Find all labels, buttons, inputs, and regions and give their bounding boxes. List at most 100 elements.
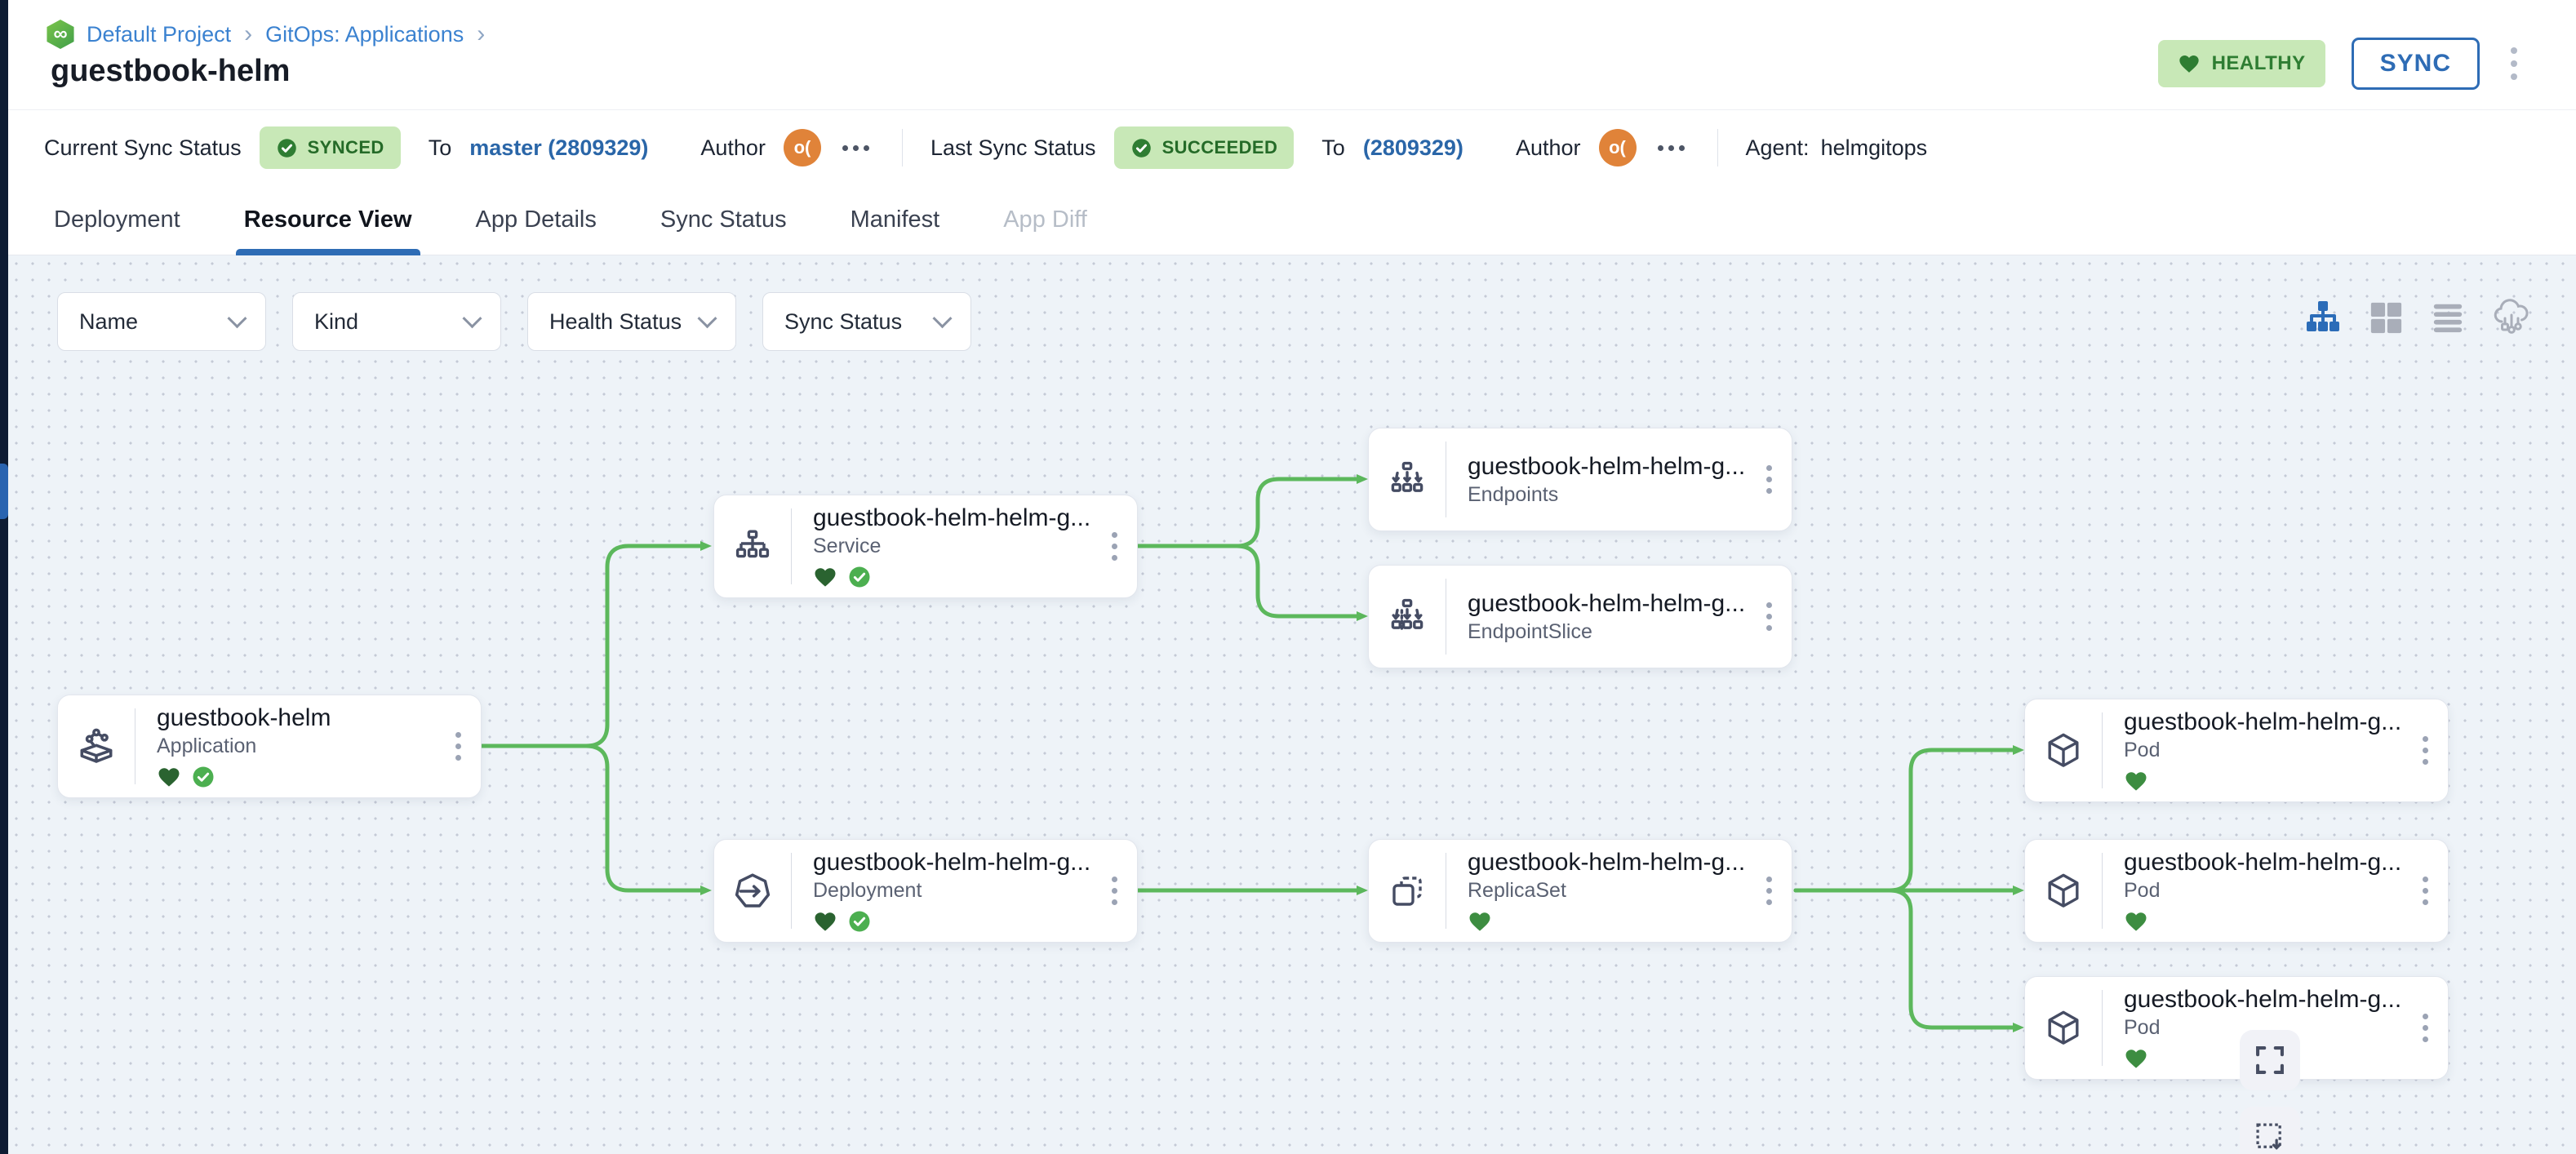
chevron-down-icon (697, 308, 717, 328)
last-revision-link[interactable]: (2809329) (1363, 135, 1463, 161)
header: ∞ Default Project › GitOps: Applications… (8, 0, 2576, 109)
node-title: guestbook-helm-helm-g... (1468, 590, 1746, 618)
cloud-view-icon[interactable] (2493, 299, 2530, 336)
node-pod-2[interactable]: guestbook-helm-helm-g... Pod (2024, 839, 2449, 943)
filter-bar: Name Kind Health Status Sync Status (57, 292, 971, 351)
chevron-down-icon (227, 308, 246, 328)
synced-check-icon (847, 909, 872, 934)
current-author-label: Author (700, 135, 766, 161)
node-menu-kebab-icon[interactable] (1746, 877, 1792, 905)
node-menu-kebab-icon[interactable] (2402, 736, 2448, 765)
sync-button[interactable]: SYNC (2352, 38, 2480, 90)
fullscreen-icon (2254, 1045, 2285, 1076)
healthy-heart-icon (2124, 1046, 2148, 1071)
last-more-icon[interactable] (1654, 139, 1688, 158)
current-more-icon[interactable] (839, 139, 873, 158)
last-to-label: To (1321, 135, 1345, 161)
breadcrumb: ∞ Default Project › GitOps: Applications… (46, 20, 486, 49)
pod-icon (2025, 731, 2102, 770)
node-title: guestbook-helm (157, 704, 435, 732)
deployment-icon (714, 871, 791, 912)
current-sync-status-label: Current Sync Status (44, 135, 242, 161)
node-menu-kebab-icon[interactable] (1746, 602, 1792, 631)
app-menu-kebab-icon[interactable] (2506, 42, 2522, 85)
tree-view-icon[interactable] (2305, 300, 2341, 335)
left-sidebar-rail[interactable] (0, 0, 8, 1154)
node-title: guestbook-helm-helm-g... (1468, 453, 1746, 481)
breadcrumb-separator: › (242, 20, 254, 48)
edge-service-to-endpoints (1138, 479, 1358, 546)
current-revision-link[interactable]: master (2809329) (469, 135, 648, 161)
node-menu-kebab-icon[interactable] (1091, 877, 1137, 905)
endpoints-icon (1369, 460, 1446, 499)
tab-sync-status[interactable]: Sync Status (659, 184, 788, 255)
filter-kind-label: Kind (314, 309, 358, 335)
node-kind: EndpointSlice (1468, 620, 1746, 644)
node-replicaset[interactable]: guestbook-helm-helm-g... ReplicaSet (1368, 839, 1792, 943)
filter-name-dropdown[interactable]: Name (57, 292, 266, 351)
health-status-badge: HEALTHY (2158, 40, 2325, 87)
filter-kind-dropdown[interactable]: Kind (292, 292, 501, 351)
node-menu-kebab-icon[interactable] (1091, 532, 1137, 561)
healthy-heart-icon (2124, 909, 2148, 934)
node-menu-kebab-icon[interactable] (435, 732, 481, 761)
status-bar: Current Sync Status SYNCED To master (28… (8, 109, 2576, 186)
healthy-heart-icon (1468, 909, 1492, 934)
node-kind: ReplicaSet (1468, 879, 1746, 903)
tab-resource-view[interactable]: Resource View (242, 184, 414, 255)
node-kind: Service (813, 535, 1091, 558)
divider (1717, 129, 1718, 166)
tab-app-diff: App Diff (1002, 184, 1089, 255)
list-view-icon[interactable] (2431, 300, 2465, 335)
fit-selection-button[interactable] (2240, 1107, 2300, 1154)
synced-badge-label: SYNCED (308, 137, 384, 158)
succeeded-badge: SUCCEEDED (1114, 126, 1295, 169)
node-title: guestbook-helm-helm-g... (1468, 849, 1746, 877)
node-deployment[interactable]: guestbook-helm-helm-g... Deployment (713, 839, 1138, 943)
node-application[interactable]: guestbook-helm Application (57, 695, 482, 798)
node-kind: Endpoints (1468, 483, 1746, 507)
breadcrumb-project-link[interactable]: Default Project (87, 22, 231, 47)
header-actions: HEALTHY SYNC (2158, 38, 2522, 90)
grid-view-icon[interactable] (2369, 300, 2403, 335)
node-service[interactable]: guestbook-helm-helm-g... Service (713, 495, 1138, 598)
node-pod-3[interactable]: guestbook-helm-helm-g... Pod (2024, 976, 2449, 1080)
divider (902, 129, 903, 166)
node-kind: Pod (2124, 879, 2402, 903)
node-pod-1[interactable]: guestbook-helm-helm-g... Pod (2024, 699, 2449, 802)
last-sync-status-label: Last Sync Status (930, 135, 1096, 161)
node-menu-kebab-icon[interactable] (2402, 1014, 2448, 1042)
healthy-heart-icon (813, 565, 837, 589)
node-kind: Pod (2124, 739, 2402, 762)
node-kind: Deployment (813, 879, 1091, 903)
breadcrumb-section-link[interactable]: GitOps: Applications (265, 22, 464, 47)
breadcrumb-separator: › (475, 20, 486, 48)
application-icon (58, 726, 135, 767)
filter-name-label: Name (79, 309, 138, 335)
check-circle-icon (1130, 137, 1153, 159)
tab-app-details[interactable]: App Details (474, 184, 598, 255)
heart-icon (2178, 52, 2201, 75)
node-menu-kebab-icon[interactable] (2402, 877, 2448, 905)
succeeded-badge-label: SUCCEEDED (1162, 137, 1278, 158)
pod-icon (2025, 872, 2102, 911)
node-title: guestbook-helm-helm-g... (813, 849, 1091, 877)
filter-health-status-dropdown[interactable]: Health Status (527, 292, 736, 351)
page-title: guestbook-helm (51, 54, 290, 89)
healthy-heart-icon (2124, 769, 2148, 793)
fullscreen-button[interactable] (2240, 1030, 2300, 1090)
node-endpoints[interactable]: guestbook-helm-helm-g... Endpoints (1368, 428, 1792, 531)
last-author-label: Author (1516, 135, 1581, 161)
health-status-label: HEALTHY (2212, 52, 2306, 75)
filter-sync-status-dropdown[interactable]: Sync Status (762, 292, 971, 351)
node-menu-kebab-icon[interactable] (1746, 465, 1792, 494)
node-endpointslice[interactable]: guestbook-helm-helm-g... EndpointSlice (1368, 565, 1792, 668)
agent-label: Agent: (1746, 135, 1810, 161)
pod-icon (2025, 1009, 2102, 1048)
node-title: guestbook-helm-helm-g... (2124, 708, 2402, 736)
edge-replicaset-to-pod1 (1796, 750, 2014, 890)
tab-deployment[interactable]: Deployment (52, 184, 182, 255)
agent-value: helmgitops (1821, 135, 1928, 161)
check-circle-icon (276, 137, 298, 159)
tab-manifest[interactable]: Manifest (849, 184, 942, 255)
